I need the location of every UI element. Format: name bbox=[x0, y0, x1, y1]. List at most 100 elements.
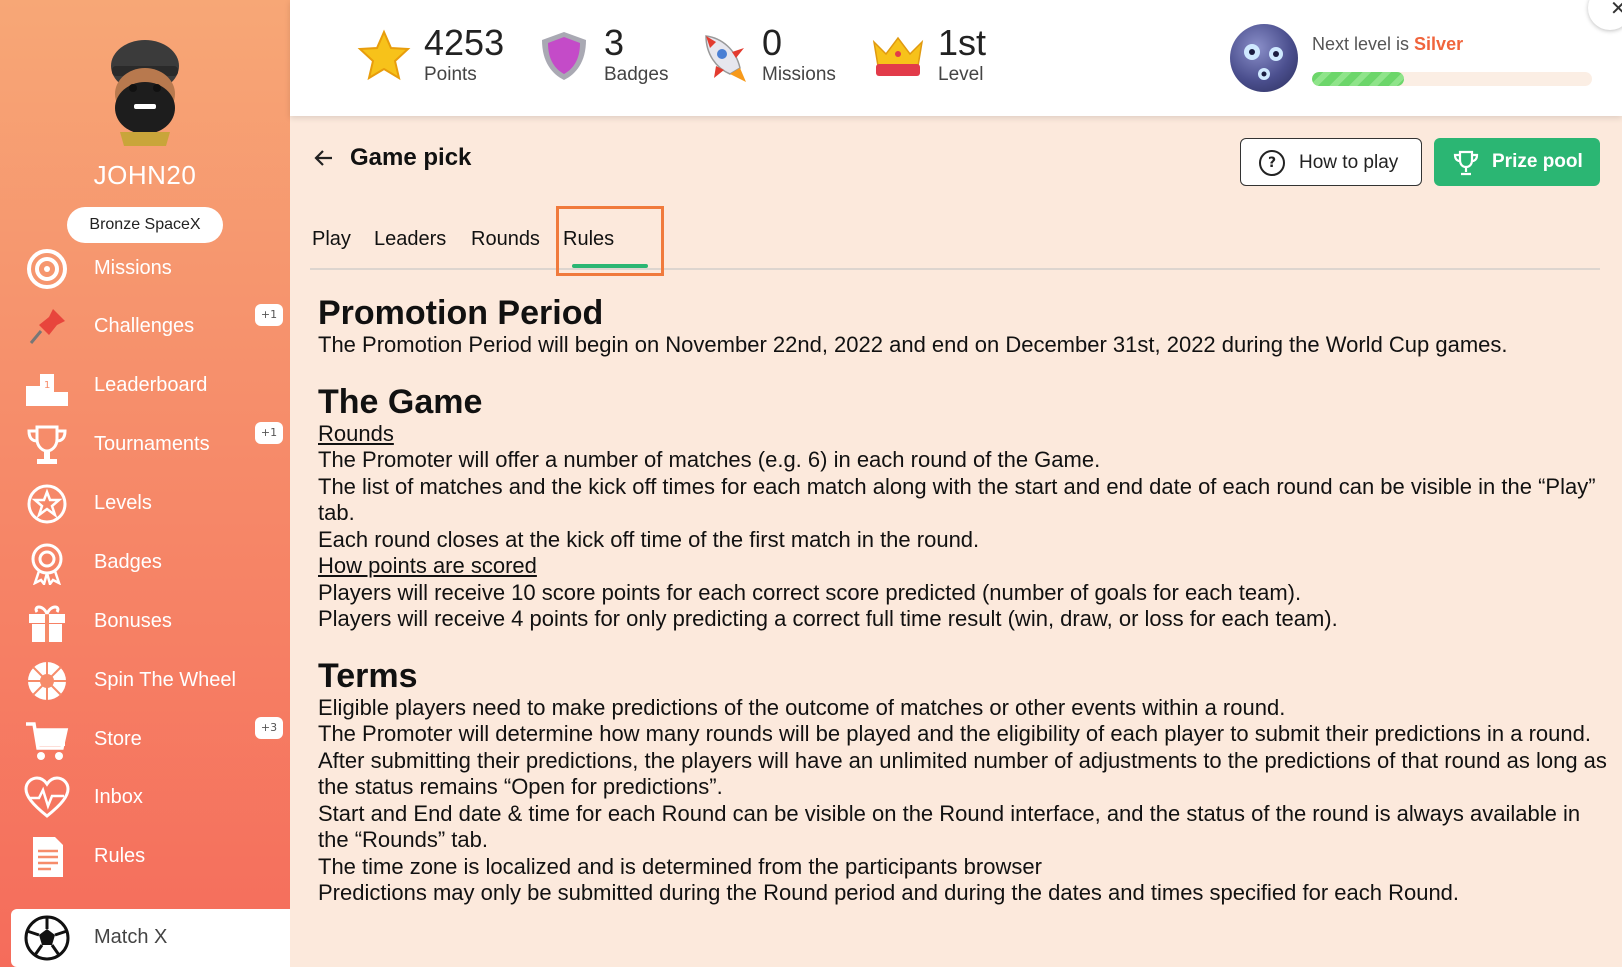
sidebar-item-match-x[interactable]: Match X bbox=[11, 909, 290, 967]
terms-section: Terms Eligible players need to make pred… bbox=[318, 657, 1608, 907]
level-value: 1st bbox=[938, 22, 987, 63]
sidebar-item-label: Tournaments bbox=[94, 433, 210, 455]
sidebar-item-levels[interactable]: Levels bbox=[0, 475, 290, 533]
prize-pool-label: Prize pool bbox=[1492, 151, 1583, 172]
trophy-icon bbox=[1452, 149, 1480, 177]
rule-text: After submitting their predictions, the … bbox=[318, 747, 1607, 800]
notification-badge: +3 bbox=[255, 717, 283, 739]
sidebar-item-rules[interactable]: Rules bbox=[0, 828, 290, 886]
sidebar-item-tournaments[interactable]: Tournaments +1 bbox=[0, 416, 290, 474]
tab-divider bbox=[310, 268, 1600, 270]
subsection-heading: How points are scored bbox=[318, 553, 537, 578]
cart-icon bbox=[24, 717, 70, 763]
points-label: Points bbox=[424, 64, 477, 85]
star-icon bbox=[356, 28, 412, 84]
notification-badge: +1 bbox=[255, 304, 283, 326]
rule-text: Players will receive 10 score points for… bbox=[318, 579, 1302, 605]
sidebar-item-label: Missions bbox=[94, 257, 172, 279]
sidebar-item-bonuses[interactable]: Bonuses bbox=[0, 593, 290, 651]
rule-text: Start and End date & time for each Round… bbox=[318, 800, 1581, 853]
missions-label: Missions bbox=[762, 64, 836, 85]
rank-badge: Bronze SpaceX bbox=[67, 207, 223, 243]
promotion-section: Promotion Period The Promotion Period wi… bbox=[318, 294, 1608, 359]
sidebar-item-label: Badges bbox=[94, 551, 162, 573]
tab-play[interactable]: Play bbox=[312, 228, 351, 251]
sidebar-item-spin-the-wheel[interactable]: Spin The Wheel bbox=[0, 652, 290, 710]
crown-icon bbox=[870, 28, 926, 84]
page-title: Game pick bbox=[350, 144, 472, 171]
points-value: 4253 bbox=[424, 22, 505, 63]
next-level-name: Silver bbox=[1414, 34, 1464, 54]
sidebar: JOHN20 Bronze SpaceX Missions Challenges… bbox=[0, 0, 290, 967]
how-to-play-button[interactable]: ? How to play bbox=[1240, 138, 1422, 186]
notification-badge: +1 bbox=[255, 422, 283, 444]
close-button[interactable]: ✕ bbox=[1588, 0, 1622, 30]
missions-value: 0 bbox=[762, 22, 783, 63]
tab-highlight-box bbox=[556, 206, 664, 276]
level-label: Level bbox=[938, 64, 984, 85]
rule-text: Players will receive 4 points for only p… bbox=[318, 606, 1338, 631]
next-level-prefix: Next level is bbox=[1312, 34, 1415, 54]
section-heading: The Game bbox=[318, 382, 483, 421]
sidebar-item-leaderboard[interactable]: 1 Leaderboard bbox=[0, 357, 290, 415]
game-section: The Game Rounds The Promoter will offer … bbox=[318, 383, 1608, 633]
next-level-text: Next level is Silver bbox=[1312, 34, 1463, 55]
main-content: Game pick ? How to play Prize pool Play … bbox=[290, 116, 1622, 967]
heart-pulse-icon bbox=[24, 775, 70, 821]
prize-pool-button[interactable]: Prize pool bbox=[1434, 138, 1600, 186]
sidebar-item-missions[interactable]: Missions bbox=[0, 240, 290, 298]
question-icon: ? bbox=[1259, 150, 1285, 176]
sidebar-item-label: Match X bbox=[94, 926, 168, 948]
medal-icon bbox=[24, 540, 70, 586]
sidebar-item-badges[interactable]: Badges bbox=[0, 534, 290, 592]
sidebar-item-challenges[interactable]: Challenges +1 bbox=[0, 298, 290, 356]
sidebar-item-store[interactable]: Store +3 bbox=[0, 711, 290, 769]
app-page: JOHN20 Bronze SpaceX Missions Challenges… bbox=[0, 0, 1622, 967]
rule-text: Eligible players need to make prediction… bbox=[318, 694, 1286, 720]
rule-text: The Promoter will determine how many rou… bbox=[318, 721, 1591, 746]
how-to-play-label: How to play bbox=[1299, 152, 1399, 173]
section-heading: Promotion Period bbox=[318, 294, 604, 332]
rule-text: Predictions may only be submitted during… bbox=[318, 880, 1460, 905]
sidebar-item-label: Levels bbox=[94, 492, 152, 514]
rule-text: Each round closes at the kick off time o… bbox=[318, 526, 980, 552]
sidebar-item-label: Inbox bbox=[94, 786, 143, 808]
tab-leaders[interactable]: Leaders bbox=[374, 228, 446, 251]
back-arrow-icon[interactable] bbox=[312, 146, 336, 170]
level-avatar bbox=[1230, 24, 1298, 92]
close-icon: ✕ bbox=[1610, 0, 1622, 20]
target-icon bbox=[24, 246, 70, 292]
rule-text: The Promoter will offer a number of matc… bbox=[318, 447, 1101, 472]
sidebar-item-label: Challenges bbox=[94, 315, 195, 337]
badges-value: 3 bbox=[604, 22, 625, 63]
tab-bar: Play Leaders Rounds Rules bbox=[310, 206, 1600, 276]
level-progress-bar bbox=[1312, 72, 1592, 86]
user-avatar[interactable] bbox=[100, 36, 190, 146]
star-badge-icon bbox=[24, 481, 70, 527]
sidebar-item-label: Bonuses bbox=[94, 610, 172, 632]
document-icon bbox=[24, 834, 70, 880]
rule-text: The Promotion Period will begin on Novem… bbox=[318, 332, 1508, 357]
shield-icon bbox=[536, 28, 592, 84]
gift-icon bbox=[24, 599, 70, 645]
rule-text: The list of matches and the kick off tim… bbox=[318, 473, 1596, 526]
svg-text:1: 1 bbox=[44, 380, 50, 391]
rocket-icon bbox=[694, 28, 750, 84]
rules-content: Promotion Period The Promotion Period wi… bbox=[318, 294, 1608, 931]
podium-icon: 1 bbox=[24, 363, 70, 409]
tab-rounds[interactable]: Rounds bbox=[471, 228, 540, 251]
trophy-icon bbox=[24, 422, 70, 468]
sidebar-item-label: Spin The Wheel bbox=[94, 669, 236, 691]
section-heading: Terms bbox=[318, 656, 418, 695]
level-progress-fill bbox=[1312, 72, 1405, 86]
badges-label: Badges bbox=[604, 64, 669, 85]
wheel-icon bbox=[24, 658, 70, 704]
rule-text: The time zone is localized and is determ… bbox=[318, 853, 1042, 879]
soccer-ball-icon bbox=[24, 915, 70, 961]
sidebar-item-inbox[interactable]: Inbox bbox=[0, 769, 290, 827]
pushpin-icon bbox=[24, 304, 70, 350]
sidebar-item-label: Rules bbox=[94, 845, 146, 867]
sidebar-item-label: Store bbox=[94, 728, 142, 750]
subsection-heading: Rounds bbox=[318, 420, 394, 446]
sidebar-item-label: Leaderboard bbox=[94, 374, 208, 396]
